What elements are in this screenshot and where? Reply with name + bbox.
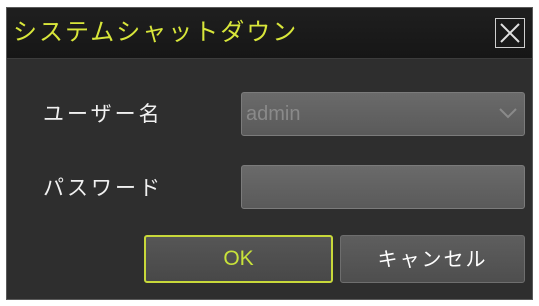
close-icon <box>500 23 520 43</box>
password-field[interactable] <box>241 165 525 209</box>
dialog-title: システムシャットダウン <box>13 18 299 46</box>
username-select[interactable]: admin <box>241 92 525 136</box>
username-label: ユーザー名 <box>43 102 163 126</box>
close-button[interactable] <box>495 18 525 48</box>
shutdown-dialog: システムシャットダウン ユーザー名 admin パスワード OK キャンセル <box>6 7 533 300</box>
username-value: admin <box>246 103 301 125</box>
password-label: パスワード <box>43 176 163 200</box>
cancel-button[interactable]: キャンセル <box>340 235 525 283</box>
chevron-down-icon <box>499 108 517 119</box>
ok-button[interactable]: OK <box>144 235 333 283</box>
dialog-titlebar: システムシャットダウン <box>7 8 532 59</box>
